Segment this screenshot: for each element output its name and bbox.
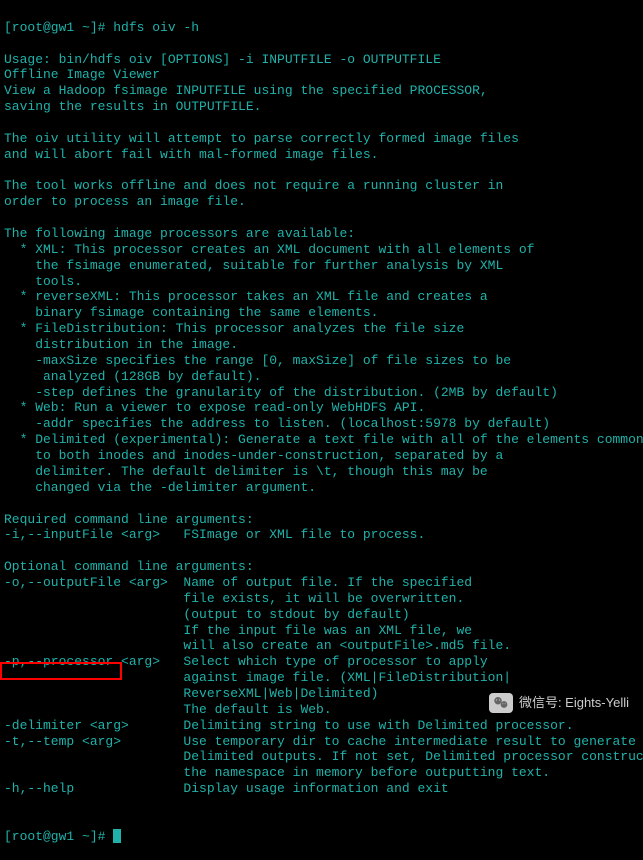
output-line: order to process an image file.: [4, 194, 639, 210]
output-line: * reverseXML: This processor takes an XM…: [4, 289, 639, 305]
output-line: and will abort fail with mal-formed imag…: [4, 147, 639, 163]
output-line: [4, 115, 639, 131]
output-line: -maxSize specifies the range [0, maxSize…: [4, 353, 639, 369]
output-line: file exists, it will be overwritten.: [4, 591, 639, 607]
output-line: -delimiter <arg> Delimiting string to us…: [4, 718, 639, 734]
output-line: -o,--outputFile <arg> Name of output fil…: [4, 575, 639, 591]
output-line: * FileDistribution: This processor analy…: [4, 321, 639, 337]
output-line: -t,--temp <arg> Use temporary dir to cac…: [4, 734, 639, 750]
output-line: Delimited outputs. If not set, Delimited…: [4, 749, 639, 765]
output-line: (output to stdout by default): [4, 607, 639, 623]
output-line: [4, 496, 639, 512]
terminal-output: [root@gw1 ~]# hdfs oiv -h Usage: bin/hdf…: [4, 4, 639, 860]
output-line: delimiter. The default delimiter is \t, …: [4, 464, 639, 480]
output-line: against image file. (XML|FileDistributio…: [4, 670, 639, 686]
output-line: -i,--inputFile <arg> FSImage or XML file…: [4, 527, 639, 543]
output-line: Offline Image Viewer: [4, 67, 639, 83]
output-line: * Web: Run a viewer to expose read-only …: [4, 400, 639, 416]
output-line: -p,--processor <arg> Select which type o…: [4, 654, 639, 670]
output-line: [4, 210, 639, 226]
output-line: saving the results in OUTPUTFILE.: [4, 99, 639, 115]
output-line: The following image processors are avail…: [4, 226, 639, 242]
output-line: [4, 543, 639, 559]
output-line: * Delimited (experimental): Generate a t…: [4, 432, 639, 448]
output-line: will also create an <outputFile>.md5 fil…: [4, 638, 639, 654]
output-line: [4, 163, 639, 179]
output-line: the fsimage enumerated, suitable for fur…: [4, 258, 639, 274]
output-line: tools.: [4, 274, 639, 290]
output-line: The oiv utility will attempt to parse co…: [4, 131, 639, 147]
output-line: to both inodes and inodes-under-construc…: [4, 448, 639, 464]
watermark-text: 微信号: Eights-Yelli: [519, 695, 629, 711]
output-line: distribution in the image.: [4, 337, 639, 353]
output-line: -addr specifies the address to listen. (…: [4, 416, 639, 432]
output-line: -step defines the granularity of the dis…: [4, 385, 639, 401]
output-line: Required command line arguments:: [4, 512, 639, 528]
output-line: [4, 797, 639, 813]
output-line: If the input file was an XML file, we: [4, 623, 639, 639]
output-line: analyzed (128GB by default).: [4, 369, 639, 385]
output-line: View a Hadoop fsimage INPUTFILE using th…: [4, 83, 639, 99]
output-line: binary fsimage containing the same eleme…: [4, 305, 639, 321]
output-line: * XML: This processor creates an XML doc…: [4, 242, 639, 258]
output-line: changed via the -delimiter argument.: [4, 480, 639, 496]
cursor: [113, 829, 121, 843]
watermark: 微信号: Eights-Yelli: [485, 691, 633, 715]
wechat-icon: [489, 693, 513, 713]
output-line: Usage: bin/hdfs oiv [OPTIONS] -i INPUTFI…: [4, 52, 639, 68]
output-line: the namespace in memory before outputtin…: [4, 765, 639, 781]
prompt-end[interactable]: [root@gw1 ~]#: [4, 829, 639, 845]
output-line: Optional command line arguments:: [4, 559, 639, 575]
output-line: -h,--help Display usage information and …: [4, 781, 639, 797]
output-line: The tool works offline and does not requ…: [4, 178, 639, 194]
prompt-command: [root@gw1 ~]# hdfs oiv -h: [4, 20, 639, 36]
prompt-text: [root@gw1 ~]#: [4, 829, 113, 844]
